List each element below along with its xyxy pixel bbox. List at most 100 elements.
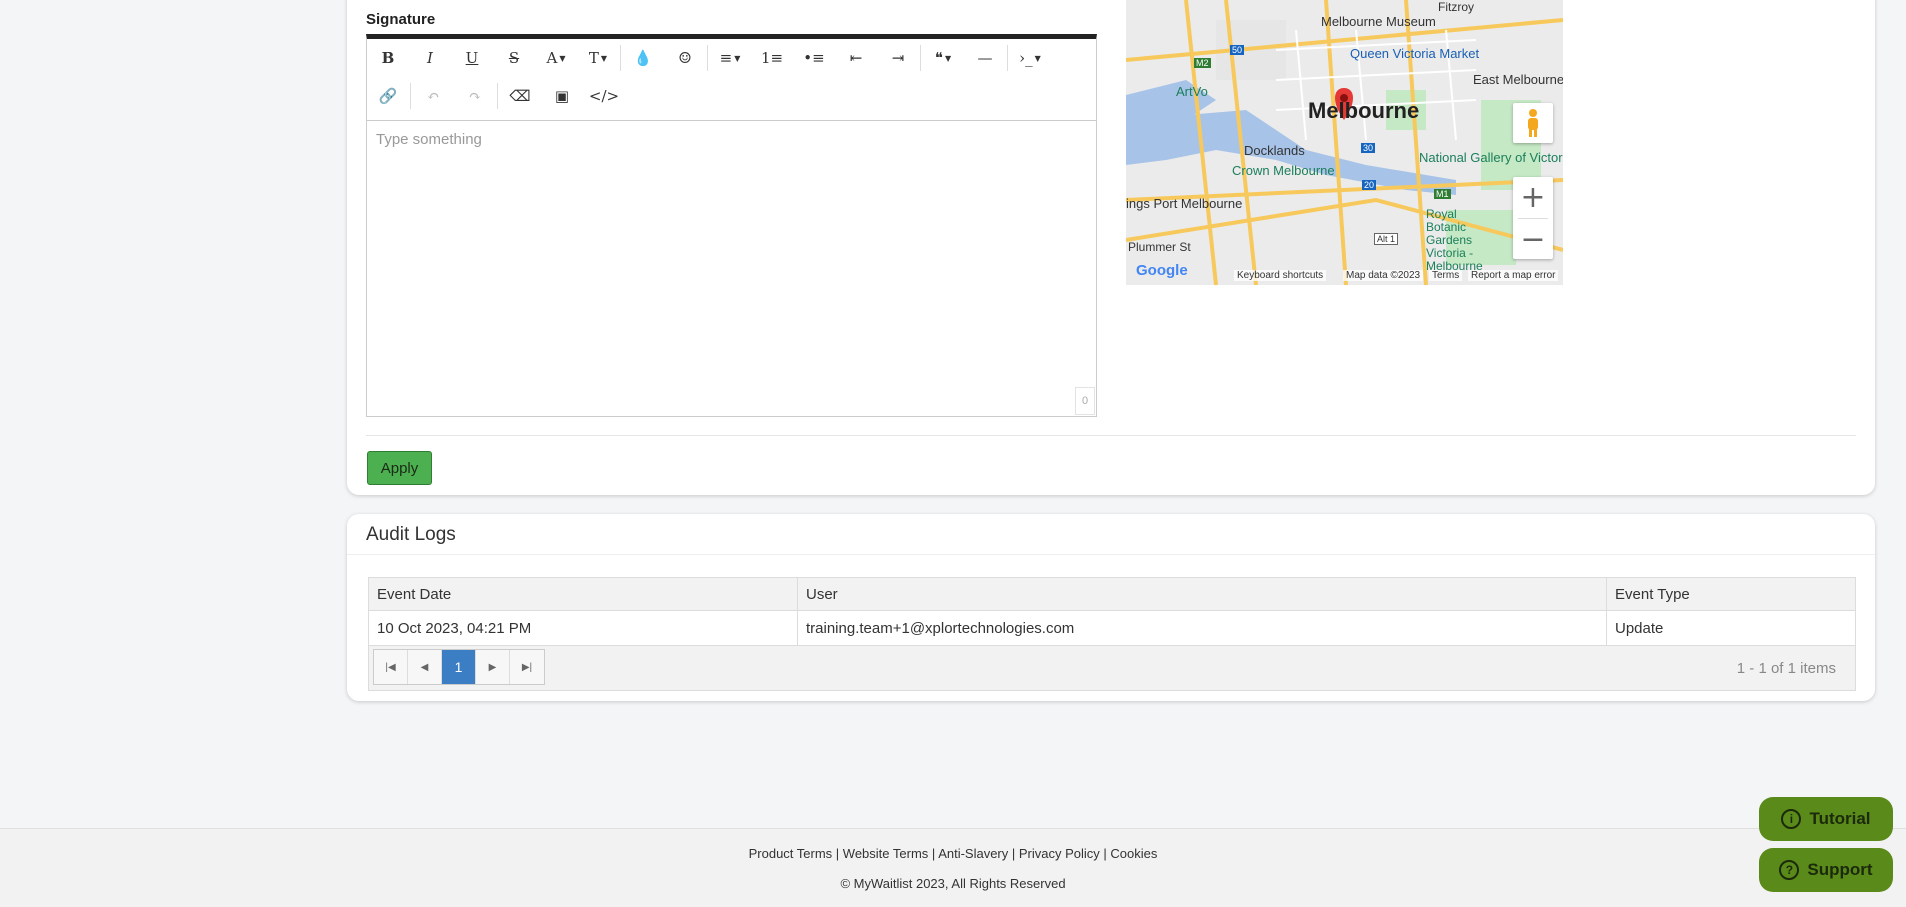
outdent-button[interactable]: ⇤	[835, 42, 877, 74]
unordered-list-button[interactable]: •≡	[793, 42, 835, 74]
underline-icon: U	[465, 49, 479, 67]
map-label: ings Port Melbourne	[1126, 196, 1243, 211]
last-page-button[interactable]: ▶|	[510, 650, 544, 684]
event-date-cell: 10 Oct 2023, 04:21 PM	[369, 611, 798, 645]
map-label: Fitzroy	[1438, 0, 1474, 14]
zoom-in-button[interactable]: +	[1513, 177, 1553, 218]
road-badge: 30	[1361, 143, 1376, 153]
horizontal-rule-icon: —	[977, 49, 993, 67]
quote-button[interactable]: ❝ ▼	[922, 42, 964, 74]
emoji-button[interactable]: ☺	[664, 42, 706, 74]
support-label: Support	[1807, 860, 1873, 879]
tutorial-label: Tutorial	[1809, 809, 1871, 828]
align-icon: ≡	[719, 49, 733, 67]
map-label: Royal Botanic Gardens Victoria - Melbour…	[1426, 207, 1483, 273]
toolbar-separator	[920, 45, 921, 71]
first-page-button[interactable]: |◀	[374, 650, 408, 684]
clear-format-button[interactable]: ⌫	[499, 80, 541, 112]
grid-header: Event Date User Event Type	[369, 578, 1855, 611]
map-data-label: Map data ©2023	[1343, 270, 1424, 281]
road-badge: M1	[1434, 189, 1451, 199]
event-type-cell: Update	[1615, 619, 1664, 637]
street-view-pegman[interactable]	[1513, 103, 1553, 143]
link-button[interactable]: 🔗	[367, 80, 409, 112]
anti-slavery-link[interactable]: Anti-Slavery	[938, 846, 1008, 861]
last-page-icon: ▶|	[521, 661, 533, 673]
question-icon: ?	[1779, 860, 1800, 880]
toolbar-separator	[410, 83, 411, 109]
quote-icon: ❝	[934, 49, 943, 67]
table-row[interactable]: 10 Oct 2023, 04:21 PM training.team+1@xp…	[369, 611, 1855, 646]
support-button[interactable]: ? Support	[1759, 848, 1893, 892]
tutorial-button[interactable]: i Tutorial	[1759, 797, 1893, 841]
website-terms-link[interactable]: Website Terms	[843, 846, 929, 861]
next-page-button[interactable]: ▶	[476, 650, 510, 684]
previous-page-button[interactable]: ◀	[408, 650, 442, 684]
grid-pager: |◀ ◀ 1 ▶ ▶| 1 - 1 of 1 items	[369, 646, 1855, 690]
undo-button[interactable]: ↶	[412, 80, 454, 112]
image-button[interactable]: ▣	[541, 80, 583, 112]
smiley-icon: ☺	[678, 49, 692, 67]
ordered-list-button[interactable]: 1≡	[751, 42, 793, 74]
column-header-event-date[interactable]: Event Date	[369, 578, 798, 610]
zoom-controls: + −	[1513, 177, 1553, 259]
signature-text-area[interactable]: Type something	[367, 121, 1096, 416]
indent-icon: ⇥	[891, 49, 905, 67]
privacy-policy-link[interactable]: Privacy Policy	[1019, 846, 1100, 861]
map-footer: Keyboard shortcuts Map data ©2023 Terms …	[1126, 267, 1563, 285]
signature-placeholder: Type something	[376, 131, 482, 148]
eraser-icon: ⌫	[509, 87, 531, 105]
zoom-out-button[interactable]: −	[1513, 219, 1553, 260]
chevron-down-icon: ▼	[1034, 53, 1041, 63]
toolbar-separator	[497, 83, 498, 109]
column-header-user[interactable]: User	[798, 578, 1607, 610]
signature-label: Signature	[366, 11, 436, 28]
location-map[interactable]: Melbourne Museum Queen Victoria Market E…	[1126, 0, 1563, 285]
strikethrough-button[interactable]: S	[493, 42, 535, 74]
bold-button[interactable]: B	[367, 42, 409, 74]
keyboard-shortcuts-link[interactable]: Keyboard shortcuts	[1234, 270, 1327, 281]
font-button[interactable]: A ▼	[535, 42, 577, 74]
image-icon: ▣	[554, 87, 570, 105]
editor-toolbar: B I U S A ▼ T ▼ 💧 ☺ ≡ ▼ 1≡ •≡ ⇤ ⇥ ❝ ▼ — ›_ ▼ 🔗 ↶ ↷ ⌫ ▣ </>	[367, 39, 1096, 121]
outdent-icon: ⇤	[849, 49, 863, 67]
redo-button[interactable]: ↷	[454, 80, 496, 112]
previous-page-icon: ◀	[420, 661, 429, 673]
align-button[interactable]: ≡ ▼	[709, 42, 751, 74]
droplet-icon: 💧	[633, 49, 653, 67]
font-size-button[interactable]: T ▼	[577, 42, 619, 74]
map-label: Melbourne	[1308, 98, 1420, 123]
page-1-button[interactable]: 1	[442, 650, 476, 684]
audit-logs-grid: Event Date User Event Type 10 Oct 2023, …	[368, 577, 1856, 691]
road-badge: 50	[1230, 45, 1245, 55]
map-label: Docklands	[1244, 143, 1305, 158]
pager-buttons: |◀ ◀ 1 ▶ ▶|	[373, 649, 545, 685]
apply-button[interactable]: Apply	[367, 451, 432, 485]
underline-button[interactable]: U	[451, 42, 493, 74]
footer-links: Product Terms | Website Terms | Anti-Sla…	[748, 846, 1158, 861]
code-block-button[interactable]: ›_ ▼	[1009, 42, 1051, 74]
section-divider	[366, 435, 1856, 436]
road-badge: 20	[1362, 180, 1377, 190]
product-terms-link[interactable]: Product Terms	[749, 846, 833, 861]
audit-header-divider	[347, 554, 1875, 555]
map-terms-link[interactable]: Terms	[1429, 270, 1463, 281]
indent-button[interactable]: ⇥	[877, 42, 919, 74]
page-footer: Product Terms | Website Terms | Anti-Sla…	[0, 828, 1906, 907]
undo-icon: ↶	[426, 87, 440, 105]
italic-icon: I	[427, 49, 433, 67]
report-map-error-link[interactable]: Report a map error	[1468, 270, 1559, 281]
chevron-down-icon: ▼	[734, 53, 741, 63]
unordered-list-icon: •≡	[803, 49, 825, 67]
code-icon: </>	[588, 87, 620, 105]
html-button[interactable]: </>	[583, 80, 625, 112]
cookies-link[interactable]: Cookies	[1110, 846, 1157, 861]
chevron-down-icon: ▼	[600, 53, 608, 63]
column-header-event-type[interactable]: Event Type	[1607, 578, 1855, 610]
bold-icon: B	[381, 49, 395, 67]
toolbar-separator	[620, 45, 621, 71]
horizontal-rule-button[interactable]: —	[964, 42, 1006, 74]
italic-button[interactable]: I	[409, 42, 451, 74]
map-label: ArtVo	[1176, 84, 1208, 99]
color-button[interactable]: 💧	[622, 42, 664, 74]
